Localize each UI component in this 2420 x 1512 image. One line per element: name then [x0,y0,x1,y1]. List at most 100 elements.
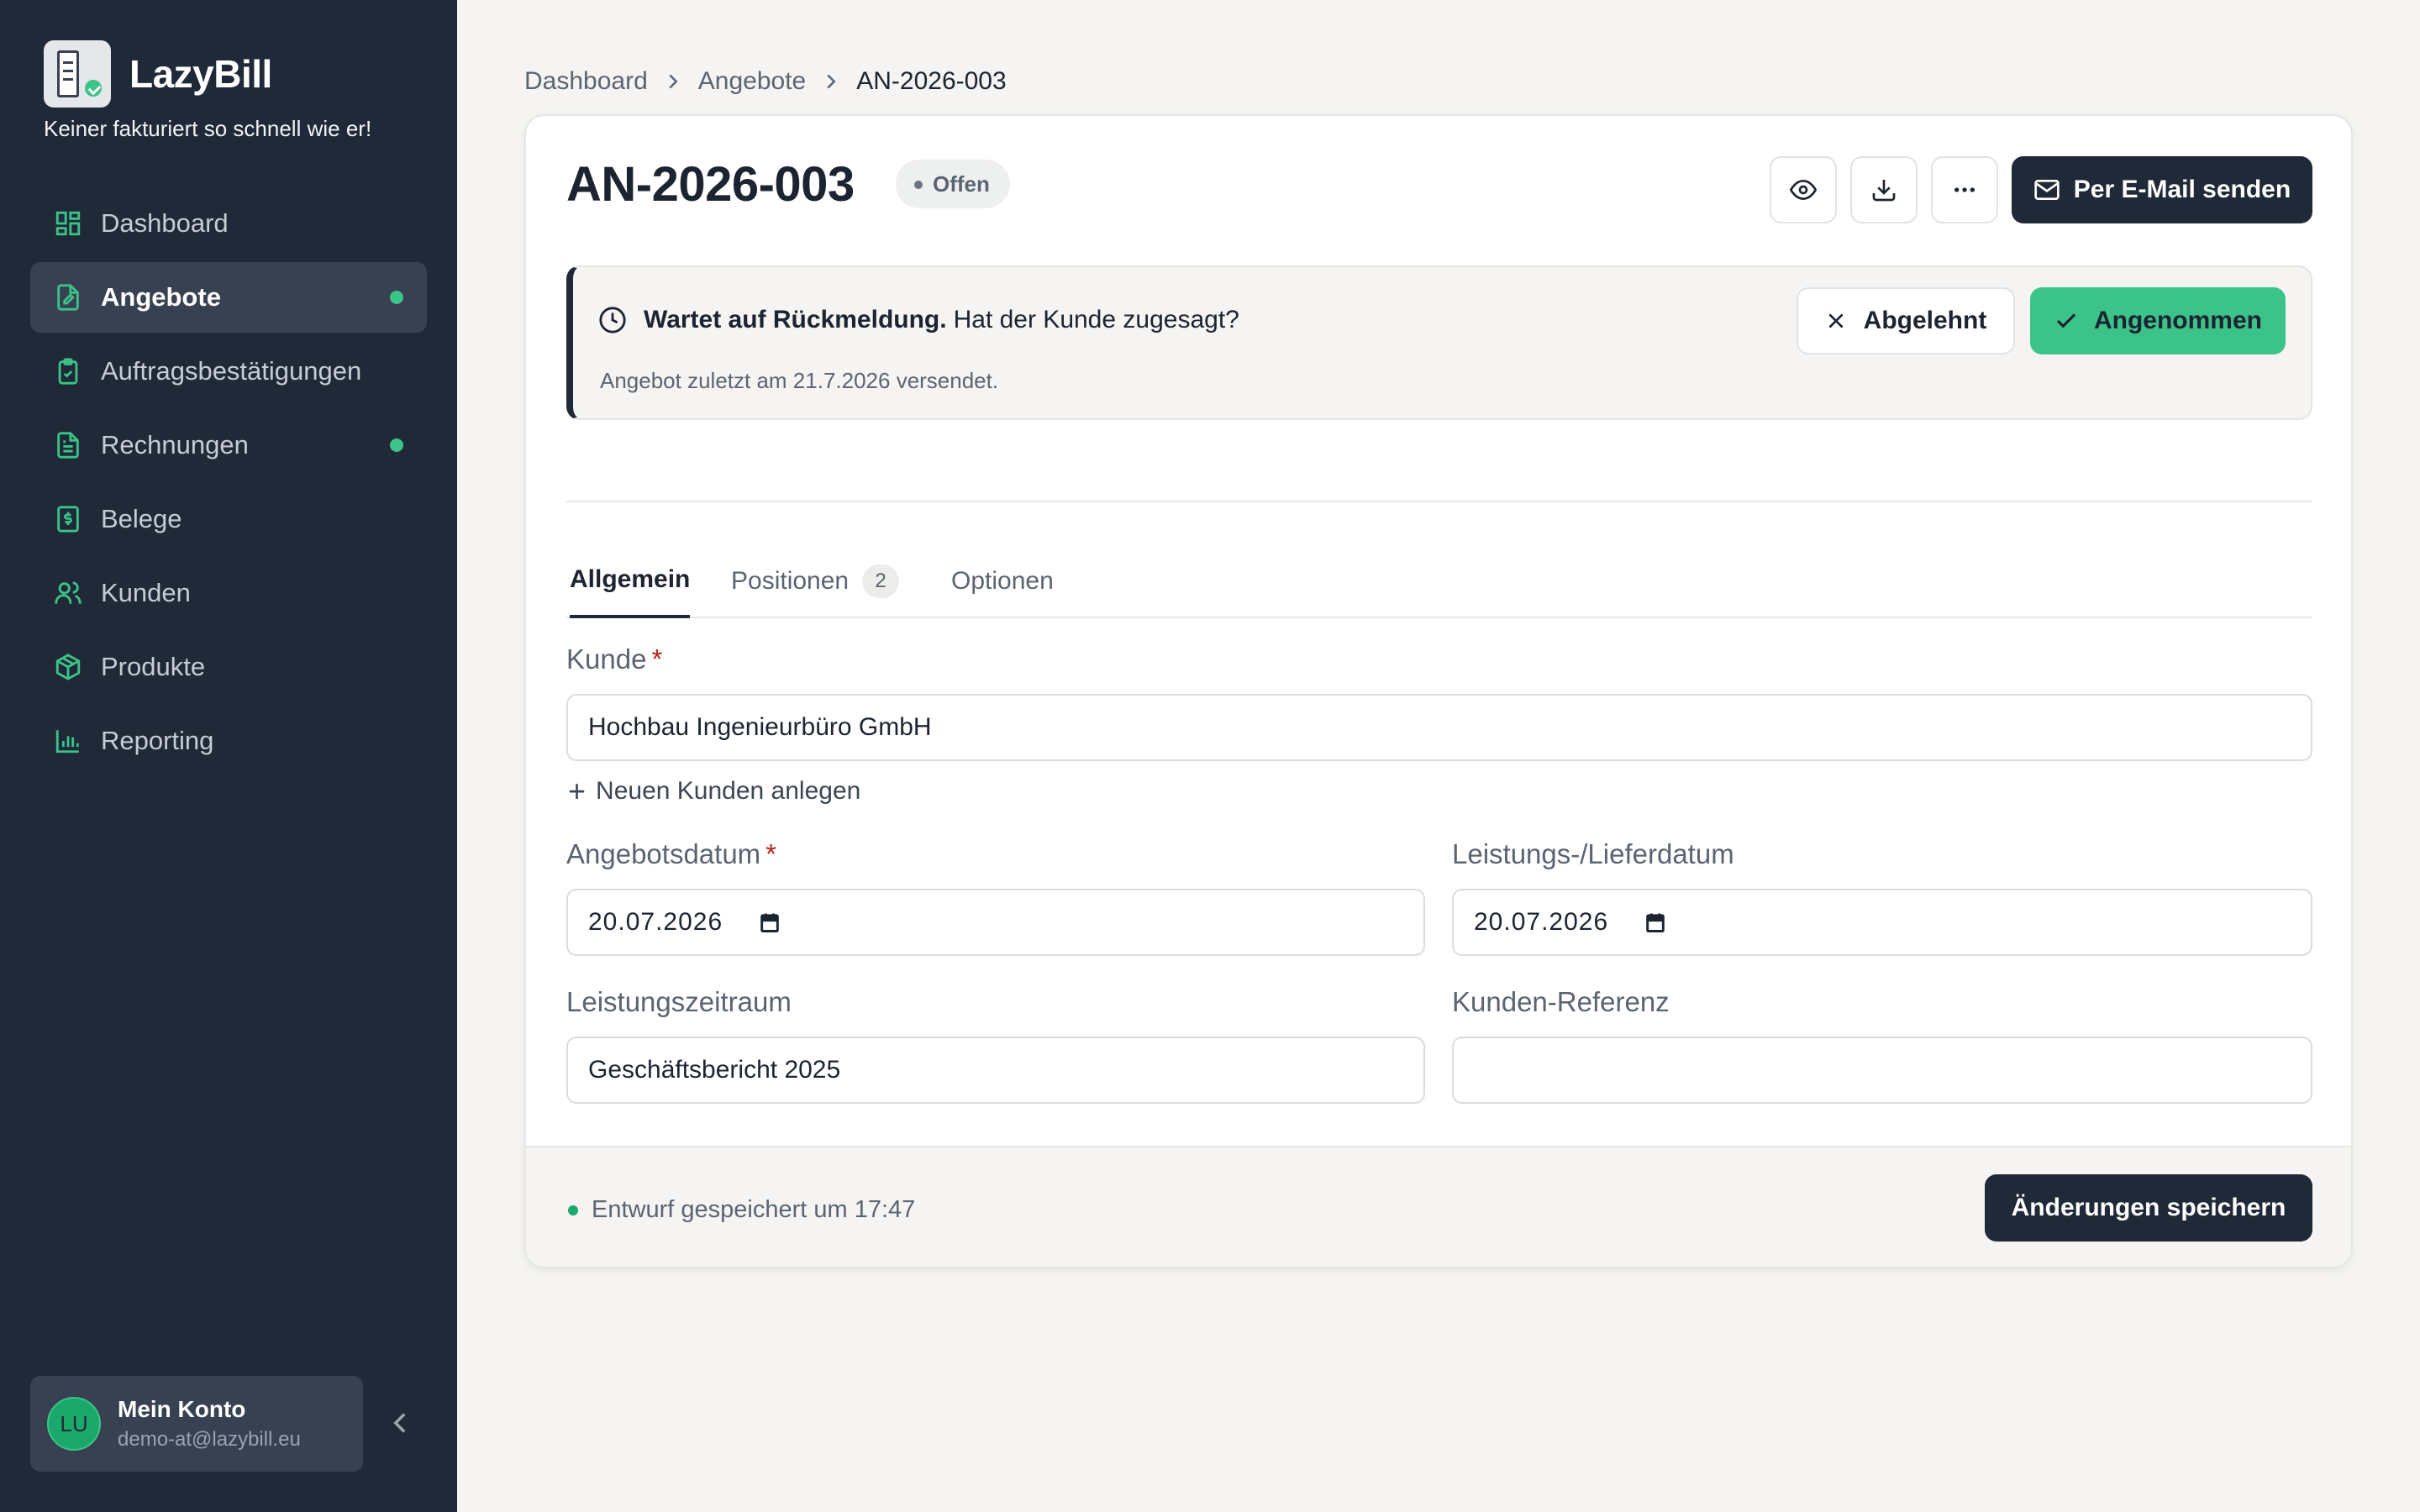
download-icon [1872,180,1896,202]
sidebar-item-angebote[interactable]: Angebote [30,262,427,333]
customer-select[interactable]: Hochbau Ingenieurbüro GmbH [566,694,2312,761]
close-icon [1828,313,1844,328]
invoice-icon [57,432,79,459]
tab-label: Positionen [731,567,850,595]
quote-icon [57,284,79,311]
notice-title: Wartet auf Rückmeldung. [644,306,947,333]
card-footer: Entwurf gespeichert um 17:47 Änderungen … [526,1146,2351,1267]
sidebar-nav: Dashboard Angebote Auftragsbestätigungen… [30,188,427,780]
receipt-icon [57,506,79,533]
plus-icon: + [568,774,587,808]
service-period-input[interactable]: Geschäftsbericht 2025 [566,1037,1425,1104]
breadcrumb-current: AN-2026-003 [856,67,1007,95]
collapse-sidebar-button[interactable] [388,1404,412,1441]
sidebar-item-produkte[interactable]: Produkte [30,632,427,702]
calendar-icon[interactable] [1644,911,1667,934]
status-badge: Offen [896,160,1010,208]
more-horizontal-icon [1954,187,1975,192]
breadcrumb-dashboard[interactable]: Dashboard [524,67,648,96]
label-text: Kunde [566,643,647,675]
required-mark: * [765,838,777,869]
calendar-icon[interactable] [758,911,781,934]
sidebar-item-label: Dashboard [101,208,229,238]
preview-button[interactable] [1770,156,1837,223]
sidebar: LazyBill Keiner fakturiert so schnell wi… [0,0,457,1512]
new-customer-label: Neuen Kunden anlegen [596,777,861,805]
dashboard-icon [55,211,81,236]
clipboard-check-icon [58,358,78,385]
tab-count-badge: 2 [862,564,900,598]
quote-card: AN-2026-003 Offen Per E-Mail senden Wart… [524,114,2353,1268]
send-email-button[interactable]: Per E-Mail senden [2012,156,2312,223]
download-button[interactable] [1850,156,1918,223]
quote-date-input[interactable]: 20.07.2026 [566,889,1425,956]
sidebar-item-reporting[interactable]: Reporting [30,706,427,776]
tab-optionen[interactable]: Optionen [951,544,1054,618]
save-changes-button[interactable]: Änderungen speichern [1985,1174,2312,1242]
brand[interactable]: LazyBill [44,40,272,108]
mail-icon [2034,180,2060,200]
customer-reference-label: Kunden-Referenz [1452,986,1670,1017]
tab-label: Allgemein [570,565,691,593]
chevron-right-icon [827,74,836,89]
notice-question: Hat der Kunde zugesagt? [953,306,1239,333]
sidebar-item-label: Kunden [101,578,191,607]
sidebar-item-label: Produkte [101,652,206,681]
page-title: AN-2026-003 [566,157,855,212]
sidebar-item-label: Auftragsbestätigungen [101,356,362,386]
tab-positionen[interactable]: Positionen 2 [731,544,900,618]
sidebar-item-rechnungen[interactable]: Rechnungen [30,410,427,480]
new-customer-link[interactable]: + Neuen Kunden anlegen [568,776,860,806]
service-period-value: Geschäftsbericht 2025 [588,1056,841,1084]
draft-saved-status: Entwurf gespeichert um 17:47 [568,1196,915,1224]
sidebar-item-auftragsbestaetigungen[interactable]: Auftragsbestätigungen [30,336,427,407]
clock-icon [599,307,626,333]
tab-label: Optionen [951,567,1054,595]
customer-value: Hochbau Ingenieurbüro GmbH [588,713,932,741]
quote-date-value: 20.07.2026 [588,908,723,936]
sidebar-item-dashboard[interactable]: Dashboard [30,188,427,259]
customer-reference-input[interactable] [1452,1037,2312,1104]
required-mark: * [651,643,663,675]
lazybill-logo-icon [44,40,111,108]
sidebar-item-label: Reporting [101,726,214,755]
notification-dot [390,438,403,452]
delivery-date-input[interactable]: 20.07.2026 [1452,889,2312,956]
accepted-label: Angenommen [2093,307,2262,334]
quote-date-label: Angebotsdatum * [566,838,776,870]
sidebar-item-kunden[interactable]: Kunden [30,558,427,628]
app-tagline: Keiner fakturiert so schnell wie er! [44,116,372,141]
breadcrumb-angebote[interactable]: Angebote [698,67,806,96]
breadcrumb: Dashboard Angebote AN-2026-003 [524,67,1007,96]
eye-icon [1790,179,1817,201]
notification-dot [390,291,403,304]
declined-label: Abgelehnt [1863,307,1987,334]
sidebar-item-belege[interactable]: Belege [30,484,427,554]
declined-button[interactable]: Abgelehnt [1797,287,2015,354]
sidebar-item-label: Rechnungen [101,430,249,459]
service-period-label: Leistungszeitraum [566,986,792,1017]
sidebar-item-label: Belege [101,504,182,533]
accepted-button[interactable]: Angenommen [2030,287,2286,354]
account-name: Mein Konto [118,1396,246,1422]
section-divider [566,501,2312,502]
label-text: Angebotsdatum [566,838,761,869]
users-icon [55,581,82,604]
notice-subtext: Angebot zuletzt am 21.7.2026 versendet. [600,368,999,393]
app-name: LazyBill [129,52,272,96]
chevron-left-icon [393,1413,406,1433]
account-menu[interactable]: LU Mein Konto demo-at@lazybill.eu [30,1376,363,1472]
check-icon [2056,313,2076,328]
bar-chart-icon [55,730,79,753]
send-email-label: Per E-Mail senden [2073,176,2291,203]
customer-label: Kunde * [566,643,662,675]
package-icon [55,654,81,680]
delivery-date-label: Leistungs-/Lieferdatum [1452,838,1734,869]
sidebar-item-label: Angebote [101,282,221,312]
response-notice: Wartet auf Rückmeldung. Hat der Kunde zu… [566,265,2312,420]
chevron-right-icon [669,74,678,89]
account-email: demo-at@lazybill.eu [118,1428,301,1451]
delivery-date-value: 20.07.2026 [1474,908,1609,936]
more-options-button[interactable] [1931,156,1998,223]
tab-allgemein[interactable]: Allgemein [570,544,691,618]
